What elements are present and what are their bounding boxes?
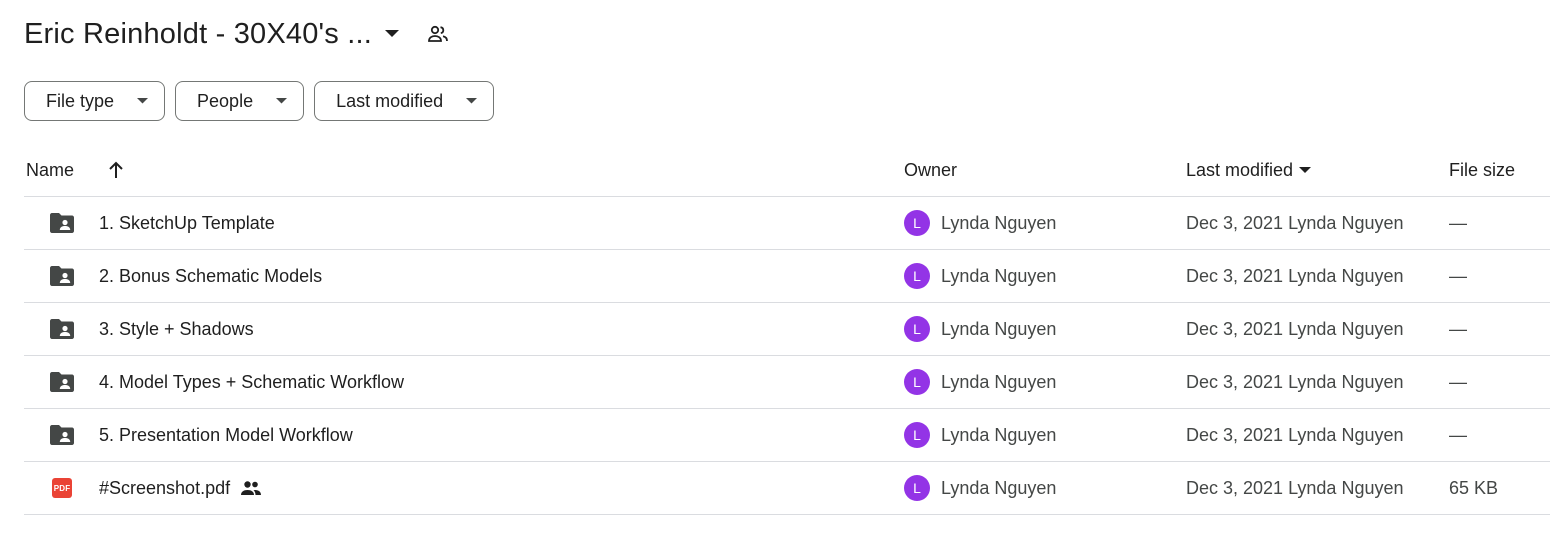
file-name-cell: 2. Bonus Schematic Models <box>99 250 322 302</box>
file-size-cell: — <box>1449 212 1467 233</box>
shared-folder-icon <box>50 425 74 445</box>
file-size-cell: — <box>1449 265 1467 286</box>
file-icon-cell <box>48 197 76 249</box>
last-modified-cell: Dec 3, 2021 Lynda Nguyen <box>1186 424 1404 445</box>
file-name-cell: 3. Style + Shadows <box>99 303 254 355</box>
file-type-filter-label: File type <box>46 90 115 111</box>
column-header-name[interactable]: Name <box>26 144 74 196</box>
arrow-drop-down-icon <box>136 95 148 107</box>
file-icon-cell <box>48 356 76 408</box>
file-size-cell: — <box>1449 424 1467 445</box>
file-name-cell: 1. SketchUp Template <box>99 197 275 249</box>
shared-folder-icon <box>50 372 74 392</box>
owner-cell: L Lynda Nguyen <box>904 462 1056 514</box>
owner-cell: L Lynda Nguyen <box>904 409 1056 461</box>
table-body: 1. SketchUp Template L Lynda Nguyen Dec … <box>24 197 1550 515</box>
shared-folder-icon <box>50 319 74 339</box>
file-name[interactable]: 5. Presentation Model Workflow <box>99 425 353 446</box>
table-row[interactable]: 2. Bonus Schematic Models L Lynda Nguyen… <box>24 250 1550 303</box>
file-name-cell: 5. Presentation Model Workflow <box>99 409 353 461</box>
last-modified-cell: Dec 3, 2021 Lynda Nguyen <box>1186 477 1404 498</box>
file-size-cell: 65 KB <box>1449 477 1499 498</box>
arrow-drop-down-icon[interactable] <box>380 22 404 46</box>
column-header-last-modified-label: Last modified <box>1186 159 1294 180</box>
table-row[interactable]: 4. Model Types + Schematic Workflow L Ly… <box>24 356 1550 409</box>
last-modified-filter[interactable]: Last modified <box>314 81 495 121</box>
arrow-upward-icon[interactable] <box>104 158 128 182</box>
owner-cell: L Lynda Nguyen <box>904 197 1056 249</box>
avatar: L <box>904 316 930 342</box>
file-icon-cell: PDF <box>48 462 76 514</box>
folder-title[interactable]: Eric Reinholdt - 30X40's ... <box>24 18 372 51</box>
owner-name: Lynda Nguyen <box>941 477 1057 498</box>
shared-folder-icon <box>50 266 74 286</box>
column-header-file-size[interactable]: File size <box>1449 144 1515 196</box>
drive-folder-view: Eric Reinholdt - 30X40's ... File type P… <box>0 0 1550 553</box>
file-name[interactable]: 1. SketchUp Template <box>99 213 275 234</box>
arrow-drop-down-icon <box>275 95 287 107</box>
owner-name: Lynda Nguyen <box>941 371 1057 392</box>
owner-cell: L Lynda Nguyen <box>904 356 1056 408</box>
avatar: L <box>904 369 930 395</box>
avatar: L <box>904 263 930 289</box>
file-size-cell: — <box>1449 318 1467 339</box>
arrow-drop-down-icon <box>1299 166 1312 174</box>
shared-people-icon <box>240 480 262 496</box>
table-row[interactable]: 5. Presentation Model Workflow L Lynda N… <box>24 409 1550 462</box>
folder-header: Eric Reinholdt - 30X40's ... <box>24 14 452 54</box>
last-modified-cell: Dec 3, 2021 Lynda Nguyen <box>1186 265 1404 286</box>
owner-name: Lynda Nguyen <box>941 265 1057 286</box>
file-name[interactable]: 3. Style + Shadows <box>99 319 254 340</box>
people-filter-label: People <box>197 90 254 111</box>
file-name-cell: #Screenshot.pdf <box>99 462 262 514</box>
column-header-last-modified[interactable]: Last modified <box>1186 144 1312 196</box>
file-type-filter[interactable]: File type <box>24 81 166 121</box>
last-modified-filter-label: Last modified <box>336 90 444 111</box>
last-modified-cell: Dec 3, 2021 Lynda Nguyen <box>1186 318 1404 339</box>
table-row[interactable]: 1. SketchUp Template L Lynda Nguyen Dec … <box>24 197 1550 250</box>
avatar: L <box>904 210 930 236</box>
last-modified-cell: Dec 3, 2021 Lynda Nguyen <box>1186 212 1404 233</box>
owner-name: Lynda Nguyen <box>941 212 1057 233</box>
arrow-drop-down-icon <box>465 95 477 107</box>
file-icon-cell <box>48 409 76 461</box>
file-size-cell: — <box>1449 371 1467 392</box>
file-name[interactable]: #Screenshot.pdf <box>99 478 230 499</box>
shared-folder-icon <box>50 213 74 233</box>
owner-name: Lynda Nguyen <box>941 424 1057 445</box>
file-name[interactable]: 2. Bonus Schematic Models <box>99 266 322 287</box>
file-name[interactable]: 4. Model Types + Schematic Workflow <box>99 372 404 393</box>
owner-name: Lynda Nguyen <box>941 318 1057 339</box>
avatar: L <box>904 475 930 501</box>
file-name-cell: 4. Model Types + Schematic Workflow <box>99 356 404 408</box>
table-header: Name Owner Last modified File size <box>24 144 1550 197</box>
pdf-icon: PDF <box>52 478 72 498</box>
table-row[interactable]: PDF #Screenshot.pdf L Lynda Nguyen Dec 3… <box>24 462 1550 515</box>
last-modified-cell: Dec 3, 2021 Lynda Nguyen <box>1186 371 1404 392</box>
file-list-table: Name Owner Last modified File size 1. Sk… <box>24 144 1550 515</box>
file-icon-cell <box>48 303 76 355</box>
column-header-owner[interactable]: Owner <box>904 144 957 196</box>
shared-people-icon <box>424 20 452 48</box>
owner-cell: L Lynda Nguyen <box>904 303 1056 355</box>
filter-chips: File type People Last modified <box>24 81 495 121</box>
owner-cell: L Lynda Nguyen <box>904 250 1056 302</box>
avatar: L <box>904 422 930 448</box>
people-filter[interactable]: People <box>175 81 305 121</box>
file-icon-cell <box>48 250 76 302</box>
table-row[interactable]: 3. Style + Shadows L Lynda Nguyen Dec 3,… <box>24 303 1550 356</box>
